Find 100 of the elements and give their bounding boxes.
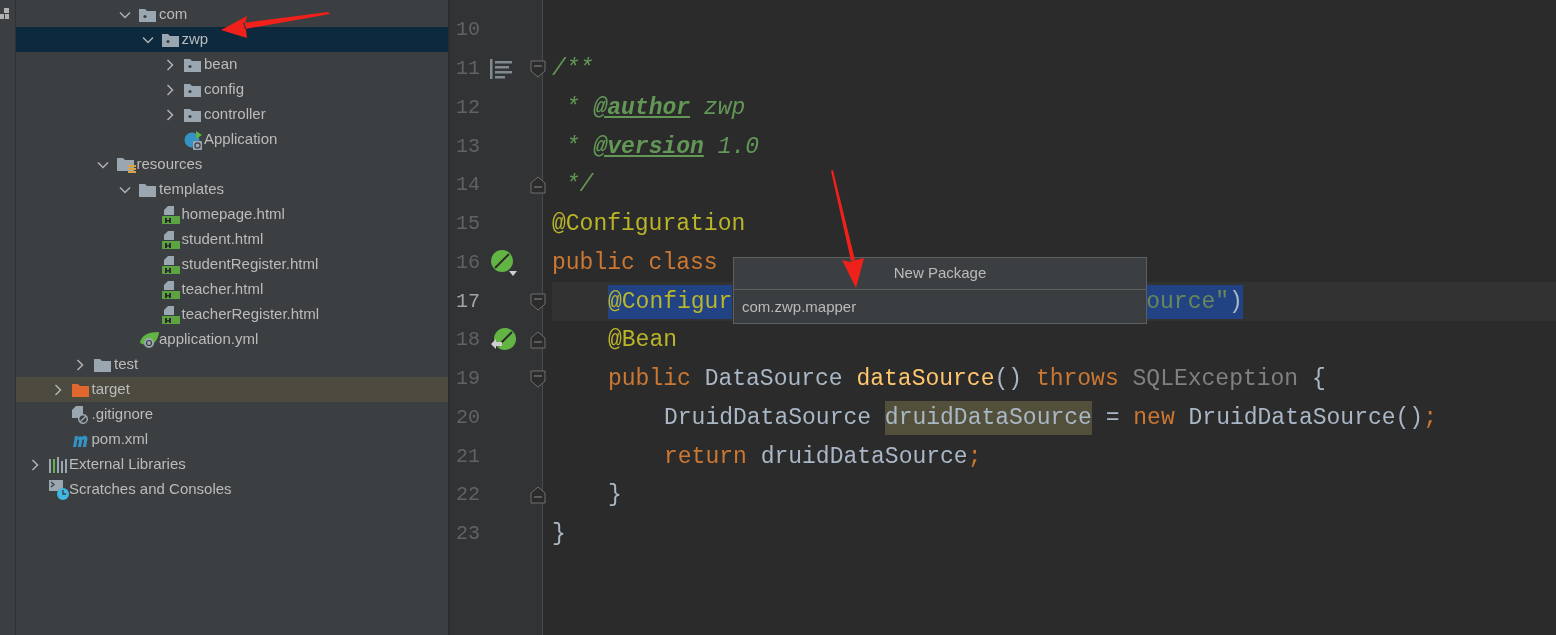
tree-item[interactable]: bean	[16, 52, 448, 77]
tree-item[interactable]: zwp	[16, 27, 448, 52]
code-token: */	[564, 171, 594, 201]
tree-item-label: target	[91, 379, 130, 400]
tree-item[interactable]: homepage.html	[16, 202, 448, 227]
folder-icon	[139, 182, 156, 197]
html-file-icon	[161, 205, 180, 224]
tree-item-label: Scratches and Consoles	[69, 479, 232, 500]
tree-item[interactable]: resources	[16, 152, 448, 177]
tree-item-label: teacherRegister.html	[181, 304, 320, 325]
fold-marker-icon[interactable]	[530, 292, 546, 311]
tree-item-label: test	[114, 354, 139, 375]
tree-item[interactable]: teacherRegister.html	[16, 302, 448, 327]
folder-icon	[184, 82, 201, 97]
code-token: @Bean	[608, 326, 677, 356]
tree-item-label: com	[159, 4, 188, 25]
code-token: throws	[1035, 365, 1120, 395]
code-token: =	[1104, 403, 1121, 433]
tree-item-label: student.html	[181, 229, 264, 250]
fold-marker-icon[interactable]	[530, 370, 546, 389]
folder-icon	[71, 382, 89, 397]
tree-item-label: bean	[204, 54, 238, 75]
fold-marker-icon[interactable]	[530, 60, 546, 79]
tree-item[interactable]: studentRegister.html	[16, 252, 448, 277]
html-file-icon	[161, 255, 180, 274]
package-name-field[interactable]: com.zwp.mapper	[734, 289, 1146, 323]
folder-icon	[94, 357, 111, 372]
code-token: druidDataSource	[760, 442, 968, 472]
tree-item[interactable]: controller	[16, 102, 448, 127]
tree-item-label: Application	[204, 129, 278, 150]
code-token: DataSource	[704, 365, 844, 395]
tree-item[interactable]: teacher.html	[16, 277, 448, 302]
popup-title: New Package	[734, 258, 1146, 289]
tree-item[interactable]: target	[16, 377, 448, 402]
tree-item-label: .gitignore	[91, 404, 154, 425]
spring-leaf-icon	[139, 330, 161, 349]
line-number: 17	[455, 288, 481, 315]
resources-folder-icon	[116, 156, 136, 173]
code-token: public	[608, 365, 692, 395]
code-token: ;	[967, 442, 982, 472]
code-token: ()	[994, 365, 1024, 395]
chevron-icon[interactable]	[164, 58, 176, 71]
reader-mode-icon[interactable]	[490, 59, 512, 80]
chevron-icon[interactable]	[74, 358, 86, 371]
code-token: DruidDataSource()	[1188, 403, 1424, 433]
code-token: {	[1310, 365, 1326, 395]
spring-boot-class-icon	[184, 129, 204, 150]
bean-icon[interactable]	[490, 248, 518, 277]
code-token: )	[1229, 284, 1243, 319]
code-token: public class	[552, 248, 719, 278]
tree-item-label: controller	[204, 104, 266, 125]
tree-item[interactable]: com	[16, 2, 448, 27]
tree-item[interactable]: templates	[16, 177, 448, 202]
tree-item[interactable]: Scratches and Consoles	[16, 477, 448, 502]
tree-item-label: studentRegister.html	[181, 254, 319, 275]
tree-item-label: External Libraries	[69, 454, 186, 475]
code-token: return	[664, 442, 748, 472]
scratches-icon	[49, 479, 69, 500]
tree-item[interactable]: student.html	[16, 227, 448, 252]
tree-item-label: resources	[136, 154, 203, 175]
code-token: /**	[552, 55, 594, 85]
structure-icon[interactable]	[0, 8, 10, 20]
code-token: }	[552, 520, 566, 550]
code-token: @Configur	[608, 284, 733, 319]
code-token: dataSource	[856, 365, 995, 395]
chevron-icon[interactable]	[29, 458, 41, 471]
tree-item[interactable]: pom.xml	[16, 427, 448, 452]
fold-marker-icon[interactable]	[530, 486, 546, 505]
chevron-icon[interactable]	[164, 83, 176, 96]
tree-item-label: config	[204, 79, 245, 100]
fold-marker-icon[interactable]	[530, 176, 546, 195]
code-token: 1.0	[716, 132, 760, 162]
code-token: *	[564, 132, 581, 162]
tree-item[interactable]: application.yml	[16, 327, 448, 352]
libraries-icon	[49, 456, 69, 473]
html-file-icon	[161, 280, 180, 299]
tree-item[interactable]: External Libraries	[16, 452, 448, 477]
fold-marker-icon[interactable]	[530, 331, 546, 350]
tree-item-label: pom.xml	[91, 429, 149, 450]
folder-icon	[184, 57, 201, 72]
code-token: ource"	[1146, 284, 1230, 319]
tree-item[interactable]: config	[16, 77, 448, 102]
chevron-icon[interactable]	[164, 108, 176, 121]
code-token: @author	[593, 93, 691, 123]
folder-icon	[184, 107, 201, 122]
tree-item[interactable]: Application	[16, 127, 448, 152]
html-file-icon	[161, 230, 180, 249]
tree-item-label: application.yml	[159, 329, 259, 350]
tree-item-label: templates	[159, 179, 225, 200]
code-token: *	[564, 93, 581, 123]
code-token: }	[608, 481, 622, 511]
tree-item[interactable]: .gitignore	[16, 402, 448, 427]
code-token: @Configuration	[552, 210, 746, 240]
html-file-icon	[161, 305, 180, 324]
tree-item-label: zwp	[181, 29, 209, 50]
folder-icon	[161, 32, 179, 47]
tree-item[interactable]: test	[16, 352, 448, 377]
ignored-file-icon	[71, 405, 88, 424]
code-token: @version	[593, 132, 704, 162]
code-token: druidDataSource	[884, 400, 1092, 435]
